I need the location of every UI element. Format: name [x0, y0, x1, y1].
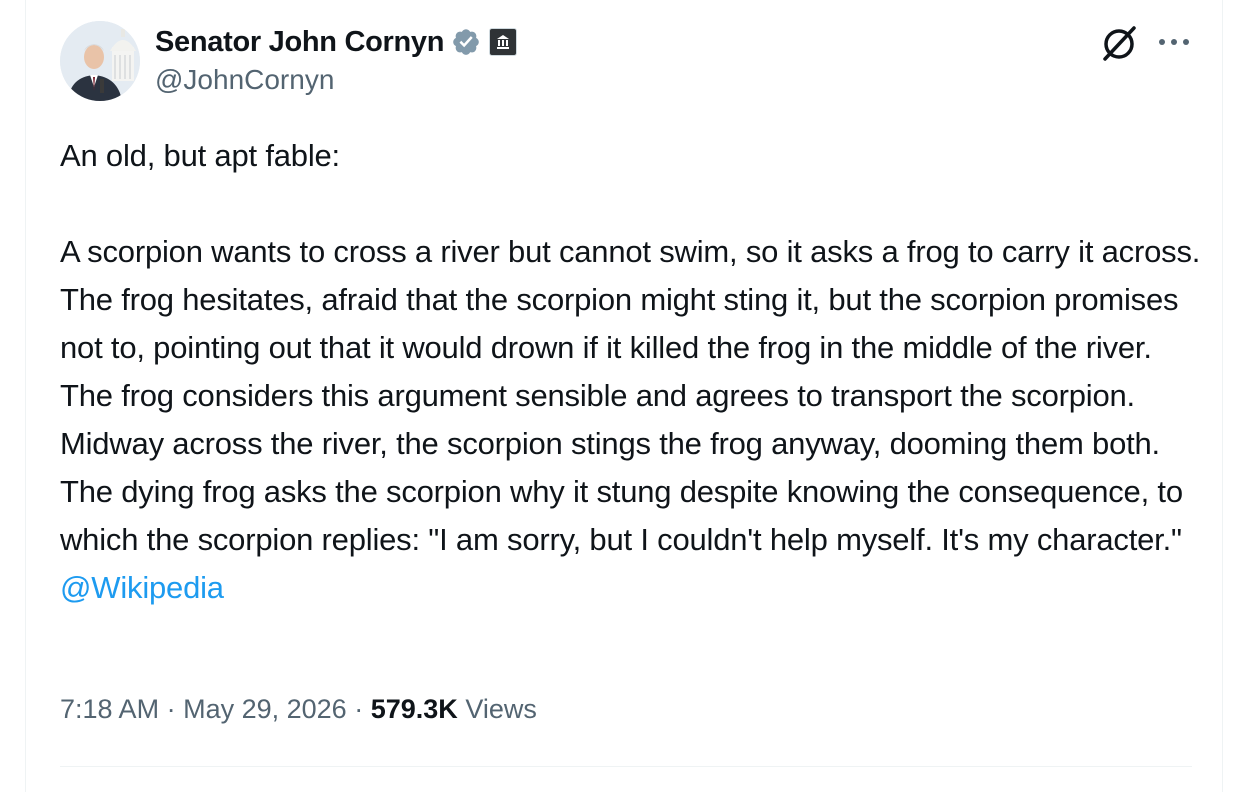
- verified-badge-icon[interactable]: [451, 27, 481, 57]
- grok-icon[interactable]: [1097, 22, 1141, 66]
- tweet-body-paragraph: A scorpion wants to cross a river but ca…: [60, 228, 1205, 612]
- tweet-intro: An old, but apt fable:: [60, 138, 340, 173]
- tweet-card: Senator John Cornyn @JohnCornyn An old, …: [25, 0, 1223, 792]
- meta-separator: ·: [354, 694, 364, 724]
- tweet-text: An old, but apt fable: A scorpion wants …: [60, 132, 1205, 612]
- divider: [60, 766, 1192, 767]
- author-avatar[interactable]: [60, 21, 140, 101]
- views-count[interactable]: 579.3K: [371, 694, 458, 724]
- author-name-row: Senator John Cornyn: [155, 22, 518, 62]
- tweet-meta: 7:18 AM · May 29, 2026 · 579.3K Views: [60, 694, 537, 725]
- meta-separator: ·: [166, 694, 176, 724]
- tweet-time[interactable]: 7:18 AM: [60, 694, 159, 724]
- more-options-icon[interactable]: [1154, 27, 1194, 57]
- author-handle[interactable]: @JohnCornyn: [155, 64, 334, 96]
- government-building-icon[interactable]: [489, 28, 518, 56]
- tweet-body: A scorpion wants to cross a river but ca…: [60, 234, 1201, 557]
- wikipedia-mention-link[interactable]: @Wikipedia: [60, 570, 224, 605]
- tweet-date[interactable]: May 29, 2026: [183, 694, 347, 724]
- avatar-photo: [60, 21, 140, 101]
- views-label: Views: [465, 694, 537, 724]
- author-display-name[interactable]: Senator John Cornyn: [155, 26, 444, 59]
